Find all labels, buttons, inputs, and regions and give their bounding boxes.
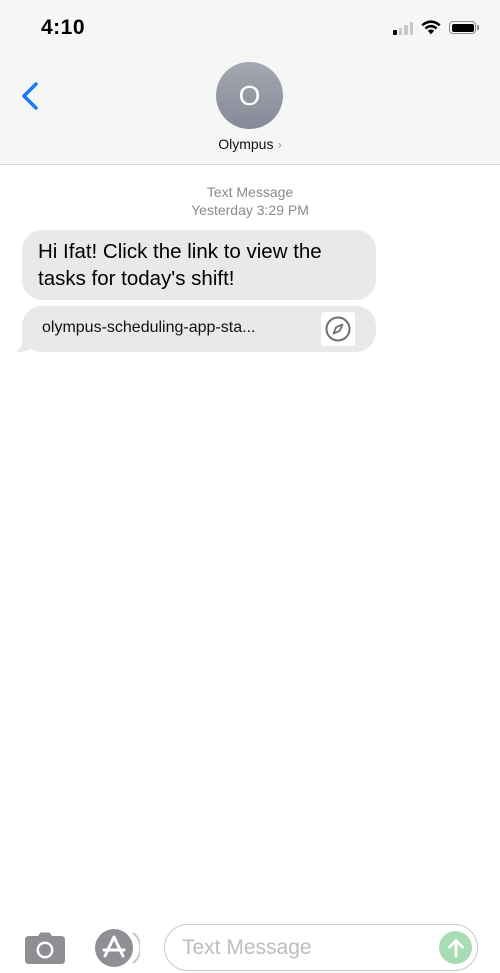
send-button[interactable] [439,931,472,964]
service-label: Text Message [206,184,294,200]
message-input-container[interactable] [164,924,478,971]
message-bubble[interactable]: Hi Ifat! Click the link to view the task… [22,230,376,300]
status-time: 4:10 [41,16,86,39]
wifi-icon [421,20,441,35]
message-meta: Text Message Yesterday 3:29 PM [0,183,500,219]
battery-icon [449,21,479,34]
contact-name: Olympus [218,136,274,152]
camera-icon [25,932,65,964]
arrow-up-icon [447,938,464,957]
link-preview-bubble[interactable]: olympus-scheduling-app-sta... [8,306,376,353]
message-input[interactable] [182,935,422,961]
status-icons [393,20,479,35]
back-button[interactable] [14,76,48,116]
link-url-text: olympus-scheduling-app-sta... [42,319,256,336]
camera-button[interactable] [24,931,66,965]
chevron-left-icon [22,82,38,110]
contact-avatar[interactable]: O [216,62,283,129]
chevron-right-icon: › [277,137,282,152]
app-store-button[interactable] [92,928,142,968]
navigation-header: 4:10 O Olympus › [0,0,500,165]
message-timestamp: Yesterday 3:29 PM [191,202,309,218]
compass-icon [321,312,355,346]
avatar-initial: O [238,79,261,111]
app-store-icon [95,929,142,967]
contact-name-button[interactable]: Olympus › [0,136,500,152]
cellular-signal-icon [393,21,413,35]
message-text: Hi Ifat! Click the link to view the task… [38,240,322,290]
